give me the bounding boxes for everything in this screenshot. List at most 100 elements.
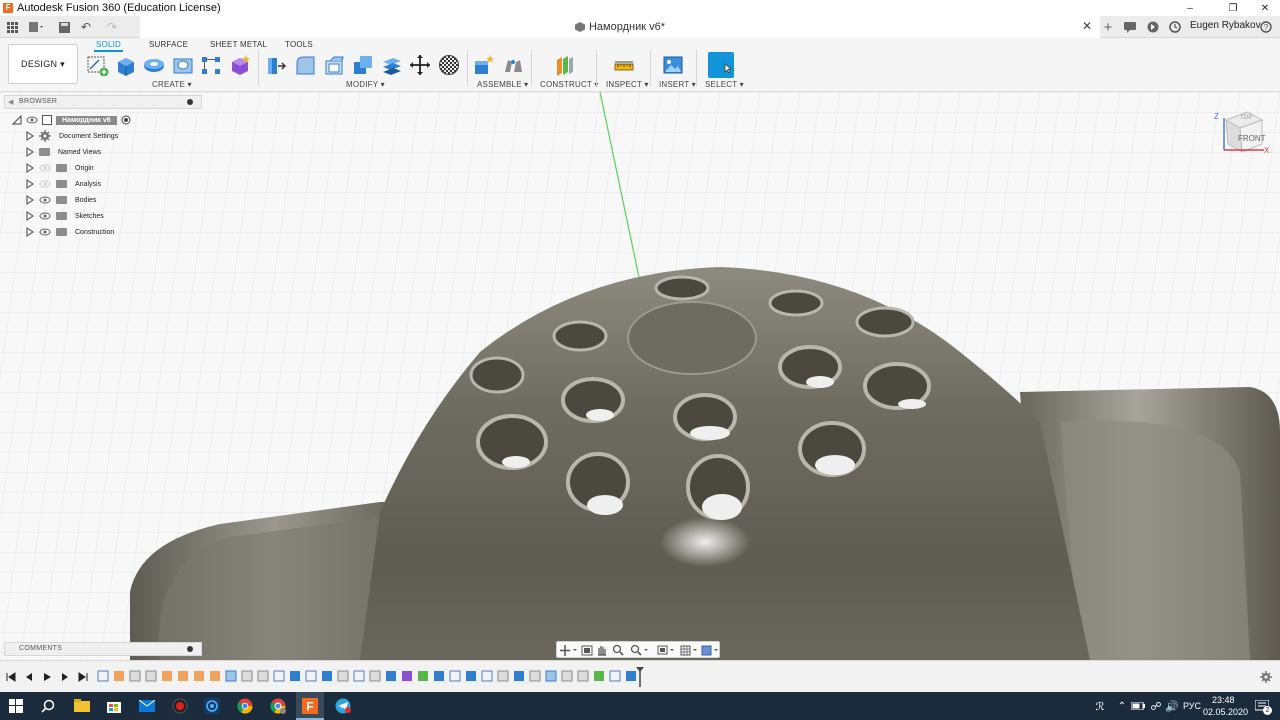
timeline-feature-strip[interactable]: [96, 667, 656, 689]
viewcube-top-label[interactable]: TOP: [1240, 115, 1252, 121]
people-icon[interactable]: ℛ: [1090, 696, 1110, 716]
notifications-icon[interactable]: [1145, 19, 1161, 35]
search-icon[interactable]: [38, 696, 58, 716]
expand-triangle-icon[interactable]: [26, 131, 34, 141]
help-clock-icon[interactable]: [1167, 19, 1183, 35]
hole-icon[interactable]: [172, 54, 194, 76]
fusion-taskbar-icon[interactable]: F: [296, 692, 324, 720]
offset-plane-icon[interactable]: [553, 54, 575, 76]
browser-item-document-settings[interactable]: Document Settings: [26, 129, 118, 143]
browser-item-sketches[interactable]: Sketches: [26, 209, 104, 223]
inspect-group-label[interactable]: INSPECT ▾: [606, 80, 649, 89]
measure-icon[interactable]: [613, 54, 635, 76]
move-copy-icon[interactable]: [409, 54, 431, 76]
timeline-settings-gear-icon[interactable]: [1260, 671, 1272, 683]
browser-item-bodies[interactable]: Bodies: [26, 193, 96, 207]
browser-item-named-views[interactable]: Named Views: [26, 145, 101, 159]
3d-viewport[interactable]: FRONT TOP Z X: [0, 92, 1280, 660]
maximize-button[interactable]: ❐: [1218, 0, 1248, 16]
tab-tools[interactable]: TOOLS: [285, 40, 313, 49]
visibility-eye-icon[interactable]: [39, 163, 51, 173]
tab-surface[interactable]: SURFACE: [149, 40, 188, 49]
new-component-icon[interactable]: [473, 54, 495, 76]
timeline-first-icon[interactable]: [6, 672, 16, 682]
timeline-last-icon[interactable]: [78, 672, 88, 682]
expand-triangle-icon[interactable]: [26, 211, 34, 221]
file-menu-icon[interactable]: [28, 19, 44, 35]
select-group-label[interactable]: SELECT ▾: [705, 80, 744, 89]
collapse-triangle-icon[interactable]: [12, 115, 22, 125]
windows-start-icon[interactable]: [6, 696, 26, 716]
file-explorer-icon[interactable]: [72, 696, 92, 716]
telegram-icon[interactable]: [333, 696, 353, 716]
appearance-icon[interactable]: [438, 54, 460, 76]
store-icon[interactable]: [104, 696, 124, 716]
chrome-icon[interactable]: [235, 696, 255, 716]
combine-icon[interactable]: [352, 54, 374, 76]
undo-icon[interactable]: ↶: [78, 19, 94, 35]
expand-triangle-icon[interactable]: [26, 195, 34, 205]
create-sketch-icon[interactable]: [87, 54, 109, 77]
visibility-eye-icon[interactable]: [39, 179, 51, 189]
select-tool-icon[interactable]: [708, 52, 734, 78]
viewcube-front-label[interactable]: FRONT: [1238, 134, 1266, 143]
save-icon[interactable]: [56, 19, 72, 35]
browser-item-origin[interactable]: Origin: [26, 161, 94, 175]
chrome-profile-icon[interactable]: [268, 696, 288, 716]
comments-panel-header[interactable]: COMMENTS: [4, 642, 202, 656]
tab-sheet-metal[interactable]: SHEET METAL: [210, 40, 267, 49]
insert-canvas-icon[interactable]: [662, 54, 684, 76]
clock-time[interactable]: 23:48: [1212, 695, 1235, 705]
comments-pin-icon[interactable]: [187, 646, 193, 652]
minimize-button[interactable]: –: [1175, 0, 1205, 16]
viewcube[interactable]: FRONT TOP Z X: [1212, 110, 1272, 162]
workspace-switcher[interactable]: DESIGN ▾: [8, 44, 78, 84]
extrude-icon[interactable]: [114, 54, 136, 76]
browser-item-construction[interactable]: Construction: [26, 225, 114, 239]
help-icon[interactable]: ?: [1258, 19, 1274, 35]
browser-panel-header[interactable]: ◀ BROWSER: [4, 95, 202, 109]
visibility-eye-icon[interactable]: [26, 115, 38, 125]
browser-root-label[interactable]: Намордник v6: [56, 115, 117, 125]
expand-triangle-icon[interactable]: [26, 163, 34, 173]
browser-root-row[interactable]: Намордник v6: [12, 113, 131, 127]
redo-icon[interactable]: ↷: [104, 19, 120, 35]
data-panel-grid-icon[interactable]: [4, 19, 20, 35]
input-language[interactable]: РУС: [1183, 701, 1201, 711]
action-center-icon[interactable]: 2: [1252, 696, 1272, 716]
visibility-eye-icon[interactable]: [39, 211, 51, 221]
model-canvas[interactable]: [0, 92, 1280, 660]
browser-item-analysis[interactable]: Analysis: [26, 177, 101, 191]
expand-triangle-icon[interactable]: [26, 179, 34, 189]
timeline-play-icon[interactable]: [42, 672, 52, 682]
expand-triangle-icon[interactable]: [26, 147, 34, 157]
expand-triangle-icon[interactable]: [26, 227, 34, 237]
revolve-icon[interactable]: [143, 54, 165, 76]
browser-pin-icon[interactable]: [187, 99, 193, 105]
new-tab-plus-icon[interactable]: +: [1099, 19, 1117, 36]
visibility-eye-icon[interactable]: [39, 195, 51, 205]
vpn-app-icon[interactable]: [202, 696, 222, 716]
joint-icon[interactable]: [502, 54, 524, 76]
record-app-icon[interactable]: [170, 696, 190, 716]
fillet-icon[interactable]: [294, 54, 316, 76]
tab-solid[interactable]: SOLID: [93, 40, 124, 52]
shell-icon[interactable]: [323, 54, 345, 76]
rectangular-pattern-icon[interactable]: [200, 54, 222, 76]
press-pull-icon[interactable]: [265, 54, 287, 76]
battery-icon[interactable]: [1128, 696, 1148, 716]
job-status-icon[interactable]: [1122, 19, 1138, 35]
timeline-next-icon[interactable]: [60, 672, 70, 682]
create-form-icon[interactable]: [229, 54, 251, 76]
mail-icon[interactable]: [137, 696, 157, 716]
document-tab-close-icon[interactable]: ✕: [1082, 19, 1092, 33]
offset-face-icon[interactable]: [381, 54, 403, 76]
window-close-button[interactable]: ✕: [1250, 0, 1280, 16]
activate-radio-icon[interactable]: [121, 115, 131, 125]
assemble-group-label[interactable]: ASSEMBLE ▾: [477, 80, 528, 89]
panel-collapse-icon[interactable]: ◀: [8, 98, 13, 106]
timeline-prev-icon[interactable]: [24, 672, 34, 682]
clock-date[interactable]: 02.05.2020: [1203, 707, 1248, 717]
modify-group-label[interactable]: MODIFY ▾: [346, 80, 385, 89]
visibility-eye-icon[interactable]: [39, 227, 51, 237]
